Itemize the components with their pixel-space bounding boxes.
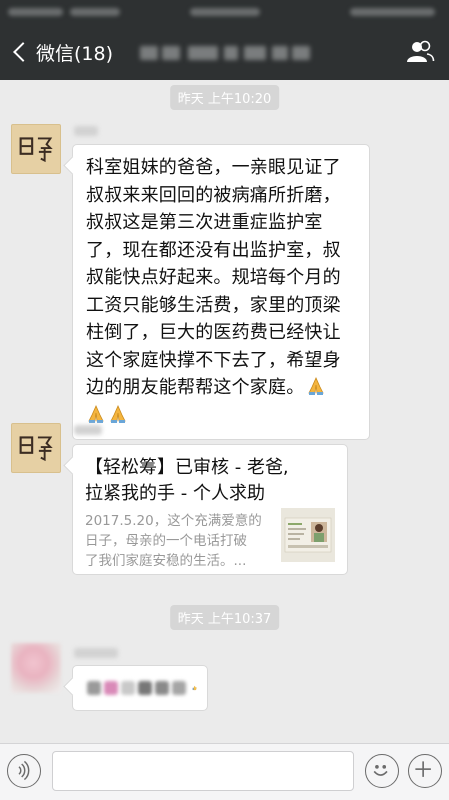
message-line: 这个家庭快撑不下去了，希望身 (86, 349, 341, 371)
input-bar (0, 743, 449, 800)
emoji-line (86, 402, 357, 430)
plus-icon (415, 761, 431, 777)
sender-name-blurred (74, 648, 118, 658)
back-label: 微信(18) (36, 42, 114, 65)
link-title: 【轻松筹】已审核 - 老爸, 拉紧我的手 - 个人求助 (85, 455, 335, 507)
message-input[interactable] (52, 751, 354, 791)
nav-bar: 微信(18) (0, 24, 449, 80)
praying-hands-icon (308, 377, 325, 395)
avatar[interactable] (11, 643, 61, 693)
praying-hands-icon (110, 404, 126, 423)
link-desc-line: 了我们家庭安稳的生活。... (85, 553, 247, 569)
status-blur (70, 8, 120, 16)
sender-name-blurred (74, 126, 98, 136)
status-blur (350, 8, 435, 16)
blurred-message-text (87, 681, 186, 695)
message-line: 叔能快点好起来。规培每个月的 (86, 267, 341, 288)
link-desc-line: 2017.5.20，这个充满爱意的 (85, 513, 262, 529)
people-icon[interactable] (405, 40, 435, 64)
chat-title-blurred (140, 42, 310, 64)
voice-icon (18, 760, 30, 781)
emoji-button[interactable] (365, 754, 399, 788)
link-card-message[interactable]: 【轻松筹】已审核 - 老爸, 拉紧我的手 - 个人求助 2017.5.20，这个… (72, 444, 348, 575)
text-message[interactable] (72, 665, 208, 711)
message-line: 柱倒了，巨大的医药费已经快让 (86, 322, 341, 343)
avatar[interactable] (11, 124, 61, 174)
text-message[interactable]: 科室姐妹的爸爸，一亲眼见证了 叔叔来来回回的被病痛所折磨， 叔叔这是第三次进重症… (72, 144, 370, 440)
link-title-line: 拉紧我的手 - 个人求助 (85, 483, 265, 504)
message-line: 科室姐妹的爸爸，一亲眼见证了 (86, 157, 341, 178)
link-title-line: 【轻松筹】已审核 - 老爸, (85, 457, 289, 478)
more-button[interactable] (408, 754, 442, 788)
status-blur (8, 8, 63, 16)
voice-button[interactable] (7, 754, 41, 788)
message-line: 叔叔来来回回的被病痛所折磨， (86, 184, 341, 206)
link-desc-line: 日子，母亲的一个电话打破 (85, 533, 247, 549)
avatar[interactable] (11, 423, 61, 473)
link-thumbnail-image (281, 508, 335, 562)
chevron-left-icon (13, 42, 33, 62)
timestamp: 昨天 上午10:20 (169, 85, 280, 110)
status-bar (0, 0, 449, 24)
message-line: 工资只能够生活费，家里的顶梁 (86, 294, 341, 316)
sender-name-blurred (74, 425, 102, 435)
message-line: 了，现在都还没有出监护室，叔 (86, 239, 341, 261)
emoji-icon (373, 765, 388, 776)
praying-hands-icon (88, 404, 104, 423)
message-line-last: 边的朋友能帮帮这个家庭。 (86, 374, 357, 402)
thumbs-up-icon (192, 686, 197, 691)
timestamp: 昨天 上午10:37 (169, 605, 280, 630)
status-blur (190, 8, 260, 16)
link-description: 2017.5.20，这个充满爱意的 日子，母亲的一个电话打破 了我们家庭安稳的生… (85, 511, 280, 571)
back-button[interactable]: 微信(18) (10, 38, 113, 66)
message-line: 叔叔这是第三次进重症监护室 (86, 212, 323, 233)
message-line: 边的朋友能帮帮这个家庭。 (86, 377, 305, 398)
